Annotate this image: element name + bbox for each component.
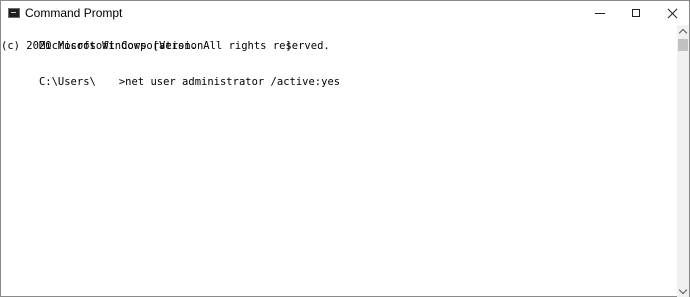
cmd-icon bbox=[8, 8, 20, 18]
chevron-down-icon bbox=[678, 285, 688, 294]
console-line-copyright: (c) 2020 Microsoft Corporation. All righ… bbox=[1, 40, 330, 52]
console-output[interactable]: Microsoft Windows [Version] (c) 2020 Mic… bbox=[1, 26, 677, 296]
command-text: >net user administrator /active:yes bbox=[118, 76, 341, 88]
close-button[interactable] bbox=[653, 1, 690, 25]
vertical-scrollbar[interactable] bbox=[677, 25, 689, 297]
scroll-up-button[interactable] bbox=[677, 25, 689, 37]
prompt-path: C:\Users\ bbox=[38, 76, 96, 88]
command-prompt-window: Command Prompt Microsoft Windows [Versio… bbox=[0, 0, 690, 297]
console-line-command: C:\Users\ >net user administrator /active… bbox=[1, 64, 340, 100]
minimize-button[interactable] bbox=[581, 1, 619, 25]
scroll-thumb[interactable] bbox=[678, 39, 688, 51]
maximize-icon bbox=[632, 9, 640, 17]
title-bar[interactable]: Command Prompt bbox=[1, 1, 689, 25]
maximize-button[interactable] bbox=[617, 1, 655, 25]
minimize-icon bbox=[595, 12, 605, 14]
close-icon bbox=[667, 8, 678, 19]
scroll-down-button[interactable] bbox=[677, 285, 689, 297]
window-title: Command Prompt bbox=[25, 6, 123, 20]
chevron-up-icon bbox=[678, 28, 688, 37]
